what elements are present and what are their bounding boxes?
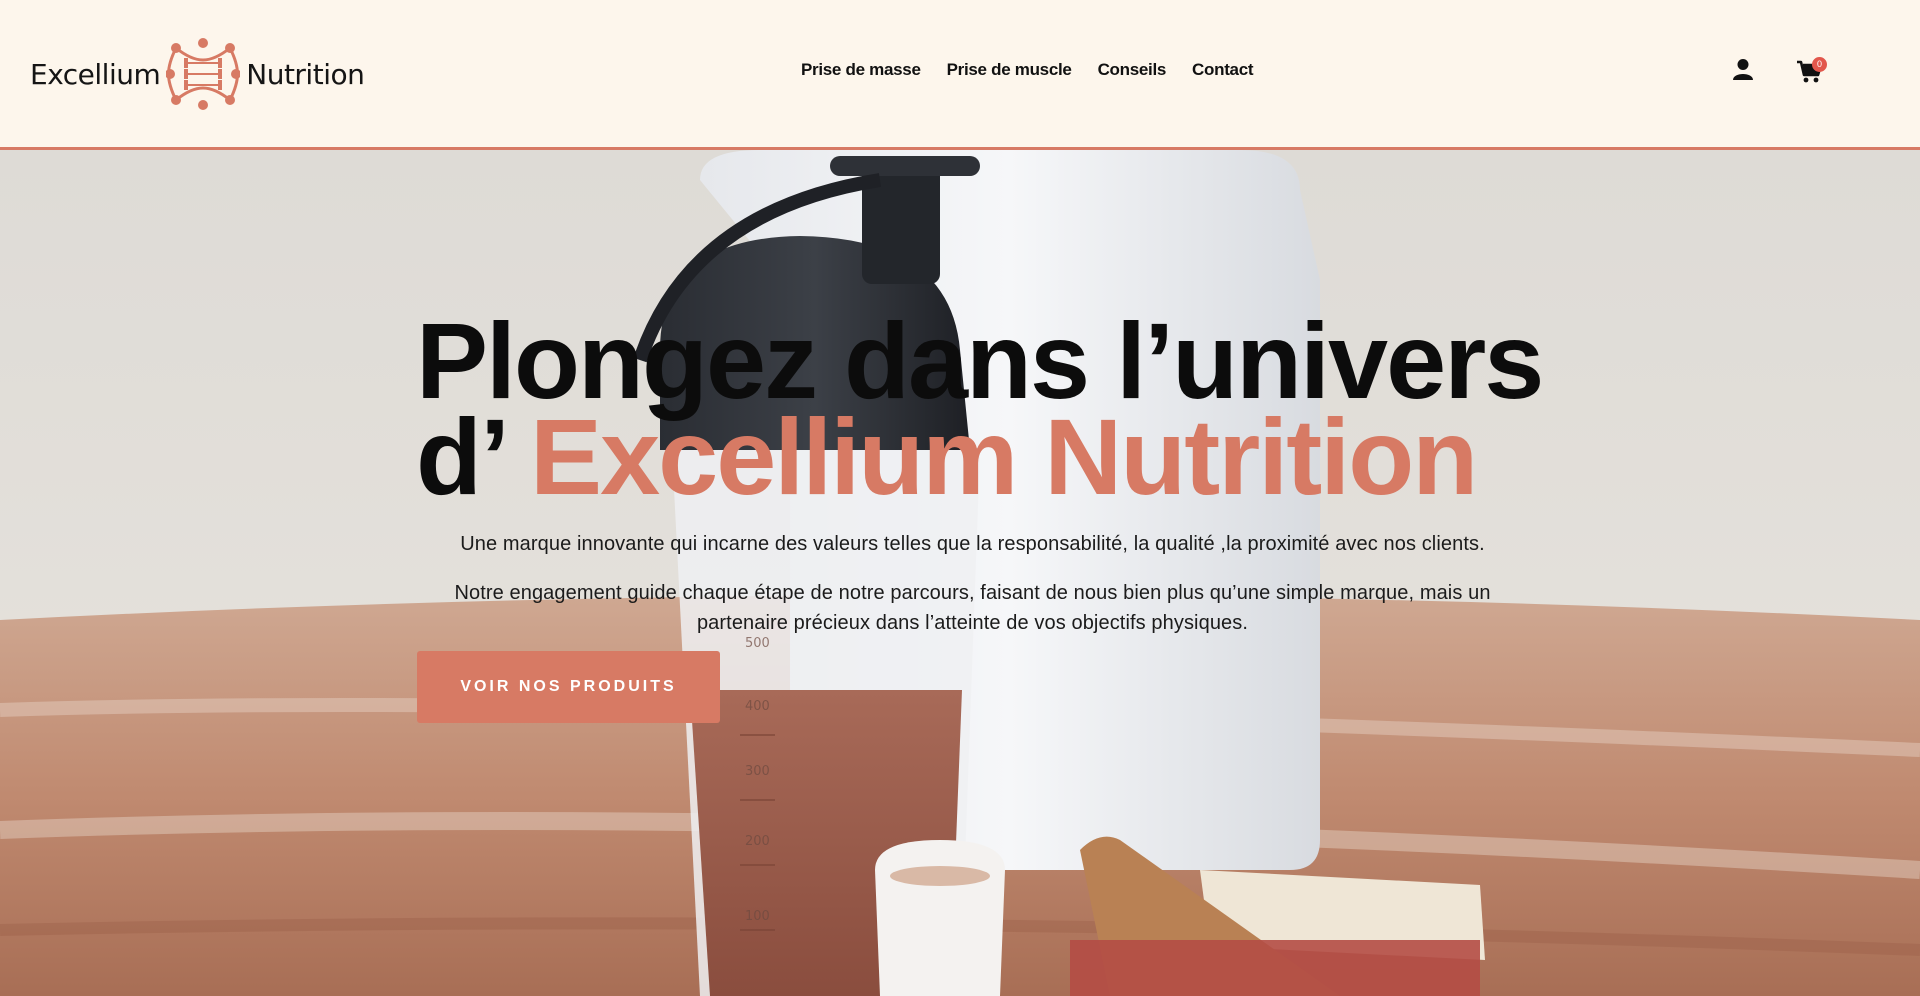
hero-headline: Plongez dans l’univers d’ Excellium Nutr… [416,307,1576,511]
logo-text-left: Excellium [30,57,161,91]
hero-section: 500 400 300 200 100 Plongez dans l’unive… [0,150,1920,996]
brand-logo[interactable]: Excellium Nutrition [30,38,365,110]
headline-prefix: d’ [416,396,504,517]
hero-content: Plongez dans l’univers d’ Excellium Nutr… [0,150,1920,996]
cart-count-badge: 0 [1812,57,1827,72]
nav-item-prise-de-muscle[interactable]: Prise de muscle [947,60,1072,80]
hero-paragraph-2: Notre engagement guide chaque étape de n… [454,582,1491,634]
main-navigation: Prise de masse Prise de muscle Conseils … [801,60,1254,80]
nav-item-prise-de-masse[interactable]: Prise de masse [801,60,921,80]
view-products-button[interactable]: VOIR NOS PRODUITS [417,651,720,723]
hero-paragraph-1: Une marque innovante qui incarne des val… [460,533,1485,555]
headline-brand-accent: Excellium Nutrition [530,396,1478,517]
dna-dumbbell-logo-icon [166,38,241,110]
nav-item-conseils[interactable]: Conseils [1098,60,1167,80]
site-header: Excellium Nutrition Prise de masse Prise… [0,0,1920,150]
nav-item-contact[interactable]: Contact [1192,60,1253,80]
logo-text-right: Nutrition [246,57,365,91]
user-icon[interactable] [1733,58,1753,82]
